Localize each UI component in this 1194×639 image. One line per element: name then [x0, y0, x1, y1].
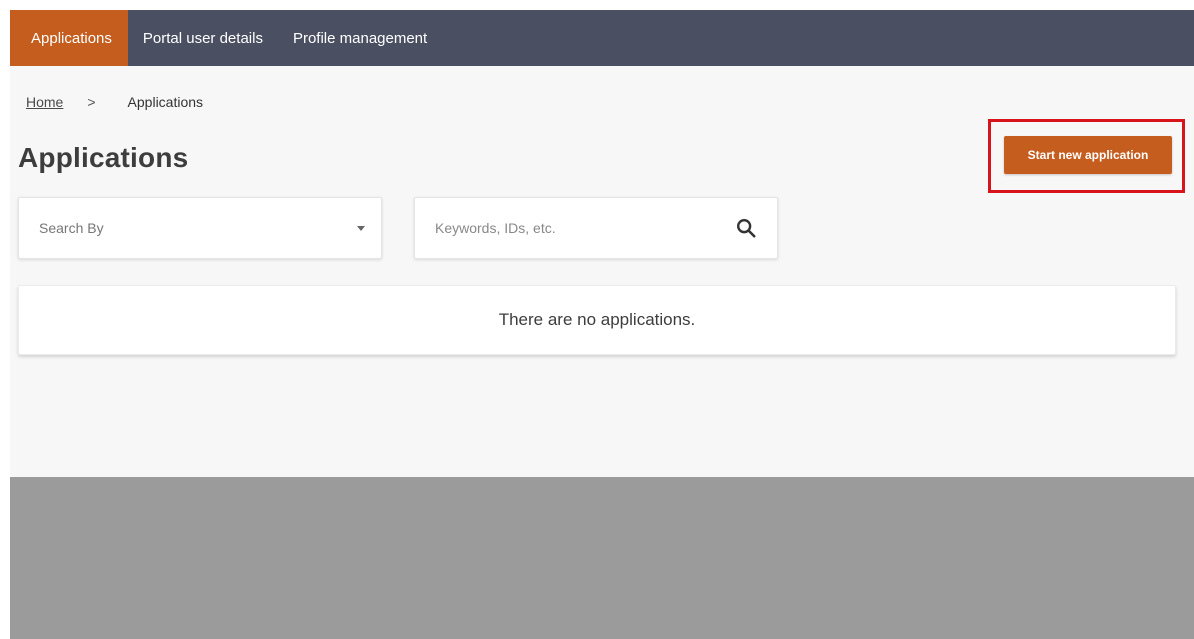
- applications-empty-state: There are no applications.: [18, 285, 1176, 355]
- footer-overlay: [10, 477, 1194, 639]
- empty-message: There are no applications.: [498, 310, 696, 329]
- search-by-label: Search By: [39, 220, 104, 236]
- breadcrumb-home-link[interactable]: Home: [26, 94, 63, 110]
- page-title: Applications: [18, 142, 189, 173]
- search-input[interactable]: [435, 220, 735, 236]
- breadcrumb: Home > Applications: [26, 94, 203, 110]
- chevron-down-icon: [357, 225, 365, 231]
- search-by-select[interactable]: Search By: [18, 197, 382, 259]
- top-navigation: Applications Portal user details Profile…: [10, 10, 1194, 66]
- nav-item-profile-management[interactable]: Profile management: [278, 10, 442, 66]
- search-icon[interactable]: [735, 217, 757, 239]
- start-new-application-button[interactable]: Start new application: [1004, 136, 1172, 174]
- breadcrumb-separator: >: [87, 94, 96, 110]
- breadcrumb-current: Applications: [127, 94, 204, 110]
- nav-item-label: Profile management: [292, 29, 428, 47]
- portal-page: Applications Portal user details Profile…: [10, 10, 1194, 639]
- search-field: [414, 197, 778, 259]
- nav-item-portal-user-details[interactable]: Portal user details: [128, 10, 278, 66]
- nav-item-applications[interactable]: Applications: [10, 10, 128, 66]
- nav-item-label: Portal user details: [142, 29, 263, 47]
- nav-item-label: Applications: [31, 29, 112, 47]
